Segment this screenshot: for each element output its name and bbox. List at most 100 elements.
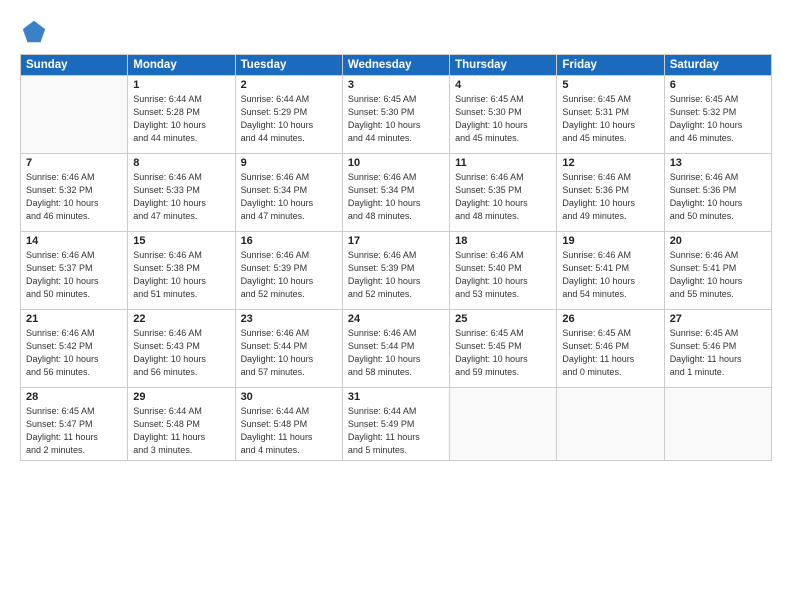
calendar-week-1: 1 Sunrise: 6:44 AMSunset: 5:28 PMDaylight… (21, 76, 772, 154)
logo (20, 18, 52, 46)
calendar-cell: 23 Sunrise: 6:46 AMSunset: 5:44 PMDayligh… (235, 310, 342, 388)
day-number: 14 (26, 235, 122, 247)
day-number: 26 (562, 313, 658, 325)
cell-content: Sunrise: 6:46 AMSunset: 5:32 PMDaylight:… (26, 171, 122, 223)
day-number: 1 (133, 79, 229, 91)
weekday-header-tuesday: Tuesday (235, 55, 342, 76)
calendar-cell (664, 388, 771, 461)
logo-icon (20, 18, 48, 46)
calendar-cell (557, 388, 664, 461)
weekday-header-wednesday: Wednesday (342, 55, 449, 76)
calendar-cell: 7 Sunrise: 6:46 AMSunset: 5:32 PMDaylight… (21, 154, 128, 232)
day-number: 23 (241, 313, 337, 325)
cell-content: Sunrise: 6:45 AMSunset: 5:45 PMDaylight:… (455, 327, 551, 379)
calendar-cell: 18Sunrise: 6:46 AMSunset: 5:40 PMDayligh… (450, 232, 557, 310)
cell-content: Sunrise: 6:45 AMSunset: 5:30 PMDaylight:… (455, 93, 551, 145)
calendar-cell: 29Sunrise: 6:44 AMSunset: 5:48 PMDayligh… (128, 388, 235, 461)
day-number: 30 (241, 391, 337, 403)
cell-content: Sunrise: 6:46 AMSunset: 5:42 PMDaylight:… (26, 327, 122, 379)
weekday-row: SundayMondayTuesdayWednesdayThursdayFrid… (21, 55, 772, 76)
day-number: 5 (562, 79, 658, 91)
calendar-cell: 8 Sunrise: 6:46 AMSunset: 5:33 PMDaylight… (128, 154, 235, 232)
day-number: 31 (348, 391, 444, 403)
day-number: 3 (348, 79, 444, 91)
calendar-cell: 1 Sunrise: 6:44 AMSunset: 5:28 PMDaylight… (128, 76, 235, 154)
weekday-header-sunday: Sunday (21, 55, 128, 76)
day-number: 9 (241, 157, 337, 169)
day-number: 17 (348, 235, 444, 247)
cell-content: Sunrise: 6:44 AMSunset: 5:29 PMDaylight:… (241, 93, 337, 145)
weekday-header-friday: Friday (557, 55, 664, 76)
cell-content: Sunrise: 6:46 AMSunset: 5:43 PMDaylight:… (133, 327, 229, 379)
calendar-cell: 31 Sunrise: 6:44 AMSunset: 5:49 PMDayligh… (342, 388, 449, 461)
calendar-cell: 30 Sunrise: 6:44 AMSunset: 5:48 PMDayligh… (235, 388, 342, 461)
cell-content: Sunrise: 6:46 AMSunset: 5:36 PMDaylight:… (562, 171, 658, 223)
calendar-week-3: 14Sunrise: 6:46 AMSunset: 5:37 PMDayligh… (21, 232, 772, 310)
day-number: 20 (670, 235, 766, 247)
cell-content: Sunrise: 6:46 AMSunset: 5:41 PMDaylight:… (562, 249, 658, 301)
calendar-cell: 3 Sunrise: 6:45 AMSunset: 5:30 PMDaylight… (342, 76, 449, 154)
calendar-header: SundayMondayTuesdayWednesdayThursdayFrid… (21, 55, 772, 76)
cell-content: Sunrise: 6:46 AMSunset: 5:39 PMDaylight:… (348, 249, 444, 301)
cell-content: Sunrise: 6:46 AMSunset: 5:35 PMDaylight:… (455, 171, 551, 223)
calendar-cell: 20 Sunrise: 6:46 AMSunset: 5:41 PMDayligh… (664, 232, 771, 310)
cell-content: Sunrise: 6:44 AMSunset: 5:48 PMDaylight:… (133, 405, 229, 457)
header (20, 18, 772, 46)
calendar-cell: 5Sunrise: 6:45 AMSunset: 5:31 PMDaylight… (557, 76, 664, 154)
cell-content: Sunrise: 6:45 AMSunset: 5:30 PMDaylight:… (348, 93, 444, 145)
calendar-cell: 25 Sunrise: 6:45 AMSunset: 5:45 PMDayligh… (450, 310, 557, 388)
day-number: 28 (26, 391, 122, 403)
day-number: 7 (26, 157, 122, 169)
day-number: 11 (455, 157, 551, 169)
cell-content: Sunrise: 6:44 AMSunset: 5:48 PMDaylight:… (241, 405, 337, 457)
page: SundayMondayTuesdayWednesdayThursdayFrid… (0, 0, 792, 612)
cell-content: Sunrise: 6:45 AMSunset: 5:46 PMDaylight:… (670, 327, 766, 379)
calendar-cell (21, 76, 128, 154)
cell-content: Sunrise: 6:45 AMSunset: 5:32 PMDaylight:… (670, 93, 766, 145)
day-number: 19 (562, 235, 658, 247)
cell-content: Sunrise: 6:46 AMSunset: 5:38 PMDaylight:… (133, 249, 229, 301)
calendar-cell: 14Sunrise: 6:46 AMSunset: 5:37 PMDayligh… (21, 232, 128, 310)
cell-content: Sunrise: 6:46 AMSunset: 5:34 PMDaylight:… (241, 171, 337, 223)
day-number: 4 (455, 79, 551, 91)
calendar-cell (450, 388, 557, 461)
day-number: 12 (562, 157, 658, 169)
day-number: 24 (348, 313, 444, 325)
cell-content: Sunrise: 6:46 AMSunset: 5:44 PMDaylight:… (348, 327, 444, 379)
weekday-header-monday: Monday (128, 55, 235, 76)
cell-content: Sunrise: 6:46 AMSunset: 5:44 PMDaylight:… (241, 327, 337, 379)
cell-content: Sunrise: 6:46 AMSunset: 5:41 PMDaylight:… (670, 249, 766, 301)
calendar-cell: 9 Sunrise: 6:46 AMSunset: 5:34 PMDaylight… (235, 154, 342, 232)
weekday-header-saturday: Saturday (664, 55, 771, 76)
day-number: 27 (670, 313, 766, 325)
calendar-cell: 10Sunrise: 6:46 AMSunset: 5:34 PMDayligh… (342, 154, 449, 232)
calendar-week-5: 28 Sunrise: 6:45 AMSunset: 5:47 PMDayligh… (21, 388, 772, 461)
cell-content: Sunrise: 6:46 AMSunset: 5:39 PMDaylight:… (241, 249, 337, 301)
day-number: 15 (133, 235, 229, 247)
day-number: 8 (133, 157, 229, 169)
cell-content: Sunrise: 6:45 AMSunset: 5:46 PMDaylight:… (562, 327, 658, 379)
cell-content: Sunrise: 6:45 AMSunset: 5:47 PMDaylight:… (26, 405, 122, 457)
weekday-header-thursday: Thursday (450, 55, 557, 76)
calendar-body: 1 Sunrise: 6:44 AMSunset: 5:28 PMDaylight… (21, 76, 772, 461)
day-number: 16 (241, 235, 337, 247)
cell-content: Sunrise: 6:46 AMSunset: 5:34 PMDaylight:… (348, 171, 444, 223)
day-number: 25 (455, 313, 551, 325)
day-number: 2 (241, 79, 337, 91)
calendar-cell: 13 Sunrise: 6:46 AMSunset: 5:36 PMDayligh… (664, 154, 771, 232)
calendar-cell: 6 Sunrise: 6:45 AMSunset: 5:32 PMDaylight… (664, 76, 771, 154)
day-number: 13 (670, 157, 766, 169)
day-number: 21 (26, 313, 122, 325)
calendar-cell: 4 Sunrise: 6:45 AMSunset: 5:30 PMDaylight… (450, 76, 557, 154)
cell-content: Sunrise: 6:46 AMSunset: 5:36 PMDaylight:… (670, 171, 766, 223)
calendar-cell: 28 Sunrise: 6:45 AMSunset: 5:47 PMDayligh… (21, 388, 128, 461)
calendar-week-4: 21 Sunrise: 6:46 AMSunset: 5:42 PMDayligh… (21, 310, 772, 388)
cell-content: Sunrise: 6:44 AMSunset: 5:28 PMDaylight:… (133, 93, 229, 145)
calendar-table: SundayMondayTuesdayWednesdayThursdayFrid… (20, 54, 772, 461)
calendar-cell: 15 Sunrise: 6:46 AMSunset: 5:38 PMDayligh… (128, 232, 235, 310)
cell-content: Sunrise: 6:44 AMSunset: 5:49 PMDaylight:… (348, 405, 444, 457)
cell-content: Sunrise: 6:46 AMSunset: 5:40 PMDaylight:… (455, 249, 551, 301)
day-number: 6 (670, 79, 766, 91)
cell-content: Sunrise: 6:46 AMSunset: 5:33 PMDaylight:… (133, 171, 229, 223)
calendar-cell: 2 Sunrise: 6:44 AMSunset: 5:29 PMDaylight… (235, 76, 342, 154)
